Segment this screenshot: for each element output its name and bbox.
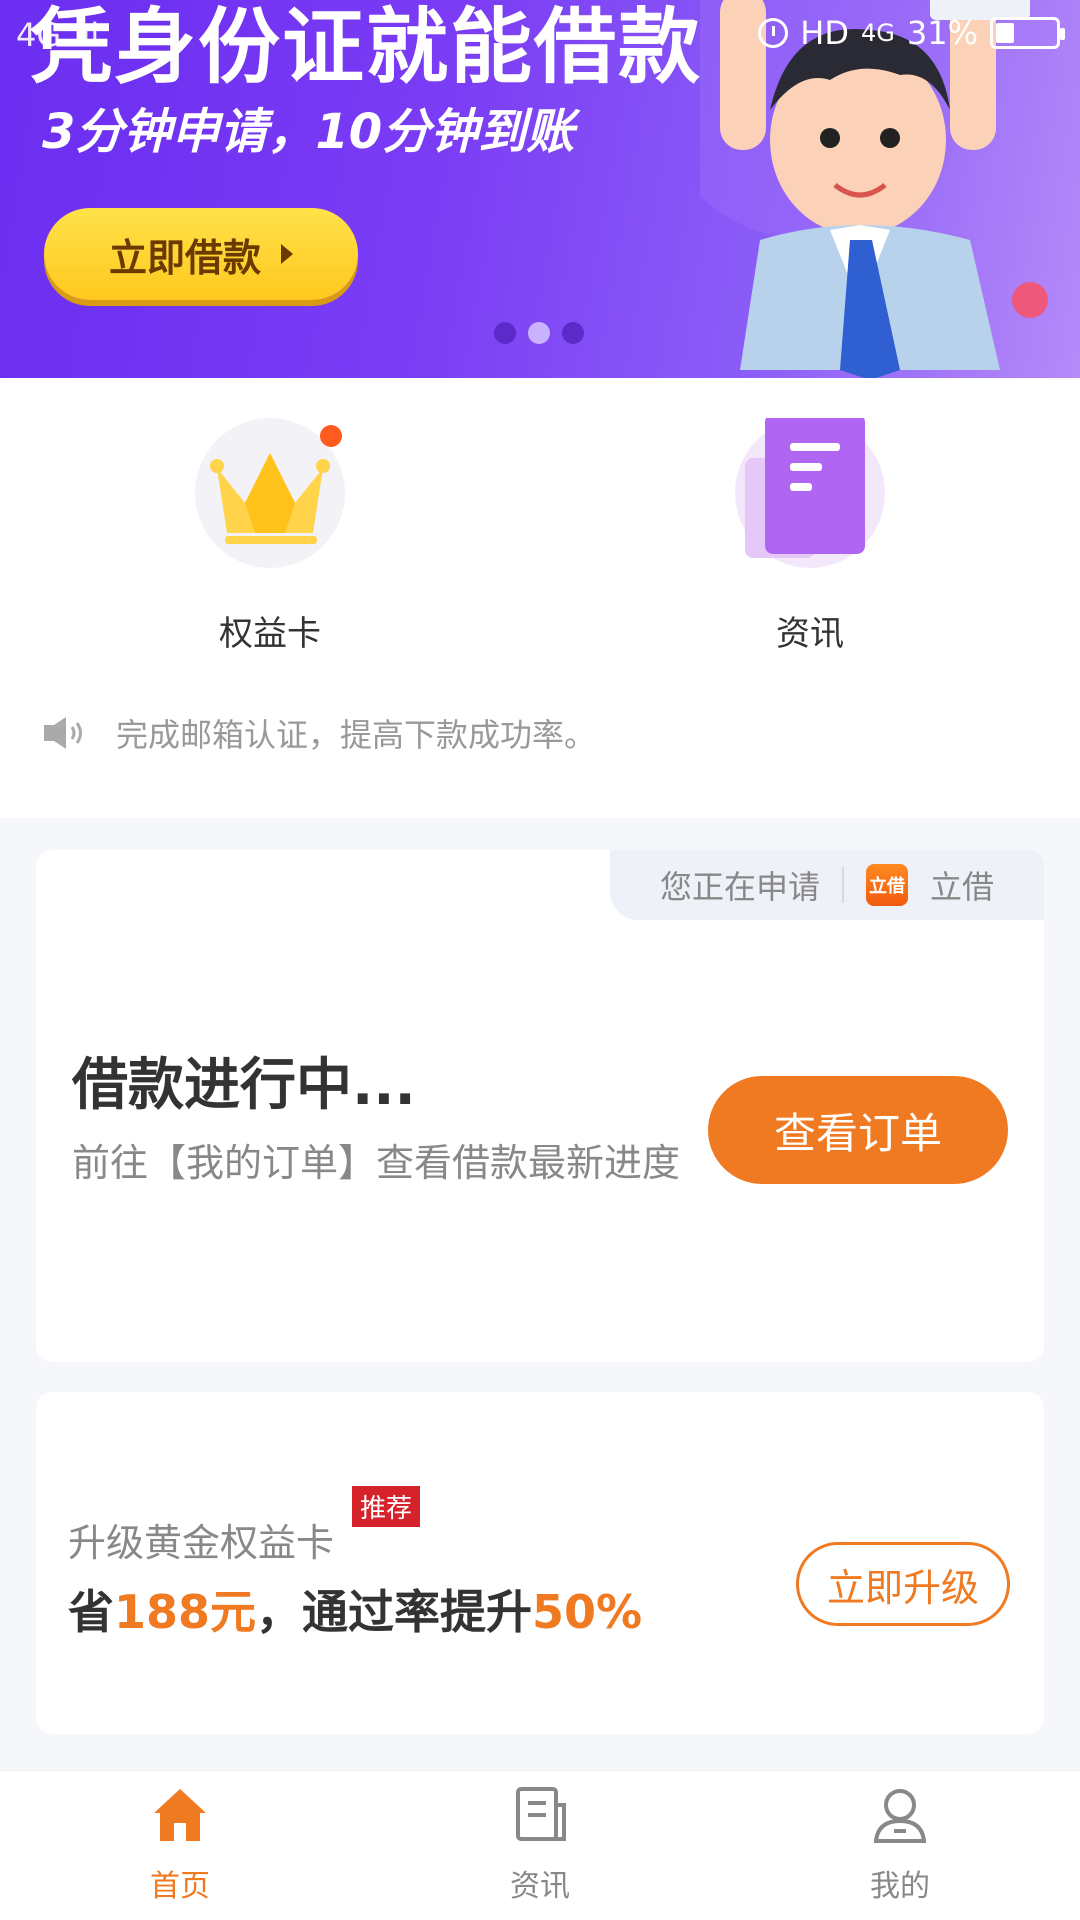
applying-tag: 您正在申请 立借 立借 xyxy=(610,850,1044,920)
pagination-dot[interactable] xyxy=(494,322,516,344)
battery-percent: 31% xyxy=(906,14,978,52)
tab-label-profile: 我的 xyxy=(870,1869,930,1904)
notice-bar[interactable]: 完成邮箱认证，提高下款成功率。 xyxy=(42,710,596,756)
quick-entries: 权益卡 资讯 完成邮箱认证，提高下款成功率。 xyxy=(0,378,1080,818)
loan-status-title: 借款进行中... xyxy=(72,1053,416,1118)
applying-tag-text: 您正在申请 xyxy=(659,868,820,906)
pagination-dot[interactable] xyxy=(562,322,584,344)
upgrade-now-button[interactable]: 立即升级 xyxy=(796,1542,1010,1626)
tab-label-news: 资讯 xyxy=(510,1869,570,1904)
upgrade-title: 升级黄金权益卡 xyxy=(68,1521,335,1565)
promo-banner[interactable]: 凭身份证就能借款 3分钟申请，10分钟到账 立即借款 4G .ıl HD 4G … xyxy=(0,0,1080,378)
loan-status-description: 前往【我的订单】查看借款最新进度 xyxy=(72,1141,681,1185)
hd-indicator: HD xyxy=(800,14,849,52)
alarm-clock-icon xyxy=(758,18,789,48)
speaker-icon xyxy=(42,715,86,751)
desc-amount: 188元 xyxy=(114,1585,257,1639)
tab-home[interactable]: 首页 xyxy=(80,1783,280,1905)
app-home-page: 凭身份证就能借款 3分钟申请，10分钟到账 立即借款 4G .ıl HD 4G … xyxy=(0,0,1080,1920)
battery-fill xyxy=(996,23,1014,43)
tab-label-home: 首页 xyxy=(150,1869,210,1904)
divider xyxy=(842,867,844,903)
banner-pagination xyxy=(494,322,584,344)
desc-prefix: 省 xyxy=(68,1585,114,1639)
view-order-button[interactable]: 查看订单 xyxy=(708,1076,1008,1184)
desc-middle: ，通过率提升 xyxy=(256,1585,533,1639)
entry-label-news: 资讯 xyxy=(776,614,844,654)
bottom-tab-bar: 首页 资讯 我的 xyxy=(0,1770,1080,1920)
recommend-badge: 推荐 xyxy=(352,1486,421,1527)
news-document-icon xyxy=(735,414,885,568)
pagination-dot-active[interactable] xyxy=(528,322,550,344)
entry-news[interactable]: 资讯 xyxy=(690,414,930,655)
news-icon xyxy=(508,1783,572,1847)
tab-profile[interactable]: 我的 xyxy=(800,1783,1000,1905)
tab-news[interactable]: 资讯 xyxy=(440,1783,640,1905)
entry-label-benefit-card: 权益卡 xyxy=(219,614,321,654)
notice-text: 完成邮箱认证，提高下款成功率。 xyxy=(116,716,597,754)
signal-indicator: 4G .ıl xyxy=(16,16,100,54)
entry-benefit-card[interactable]: 权益卡 xyxy=(150,418,390,655)
banner-subtitle: 3分钟申请，10分钟到账 xyxy=(42,104,575,160)
loan-status-card: 您正在申请 立借 立借 借款进行中... 前往【我的订单】查看借款最新进度 查看… xyxy=(36,850,1044,1362)
upgrade-description: 省188元，通过率提升50% xyxy=(68,1576,642,1642)
battery-icon xyxy=(990,17,1065,49)
network-indicator: 4G xyxy=(861,19,895,47)
home-icon xyxy=(148,1783,212,1847)
upgrade-card: 升级黄金权益卡 推荐 省188元，通过率提升50% 立即升级 xyxy=(36,1392,1044,1734)
crown-icon xyxy=(195,418,345,568)
arrow-right-icon xyxy=(281,244,293,264)
desc-rate: 50% xyxy=(532,1585,643,1639)
lijie-logo-icon: 立借 xyxy=(866,864,908,906)
profile-icon xyxy=(868,1783,932,1847)
borrow-now-label: 立即借款 xyxy=(108,235,261,280)
status-bar: 4G .ıl HD 4G 31% xyxy=(0,0,1080,70)
borrow-now-button[interactable]: 立即借款 xyxy=(44,208,358,300)
brand-name: 立借 xyxy=(930,868,995,906)
